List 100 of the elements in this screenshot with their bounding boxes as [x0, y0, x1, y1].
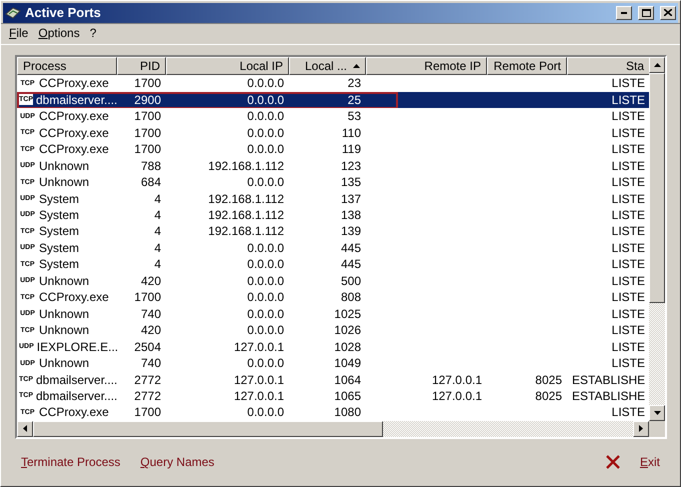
table-cell: Unknown	[39, 274, 90, 288]
column-header[interactable]: Remote IP	[366, 56, 487, 76]
table-cell-text: 1028	[333, 340, 362, 354]
scroll-up-button[interactable]	[649, 56, 665, 73]
table-cell-text: 1080	[333, 405, 362, 420]
maximize-icon	[642, 8, 650, 17]
table-cell-text: LISTE	[610, 76, 646, 90]
table-cell: dbmailserver....	[36, 372, 118, 386]
table-cell-text: 2900	[133, 92, 162, 107]
table-cell-text: LISTE	[610, 290, 646, 304]
table-cell: Unknown	[39, 175, 90, 190]
menu-item[interactable]: Options	[34, 26, 84, 40]
table-cell-text: 740	[140, 306, 162, 321]
column-header[interactable]: Sta	[567, 56, 649, 76]
table-cell: CCProxy.exe	[39, 109, 109, 124]
column-header[interactable]: Process	[17, 56, 117, 76]
column-header[interactable]: Remote Port	[487, 56, 567, 76]
table-cell: System	[39, 224, 80, 238]
table-cell-text: LISTE	[610, 175, 646, 190]
table-cell-text: 445	[340, 257, 362, 272]
table-cell-text: 110	[340, 126, 362, 140]
column-header[interactable]: Local ...	[289, 56, 366, 76]
vertical-scrollbar[interactable]	[649, 56, 665, 421]
table-cell-text: 1026	[333, 323, 362, 338]
minimize-button[interactable]	[616, 6, 632, 20]
table-cell-text: LISTE	[610, 158, 646, 173]
exit-link[interactable]: Exit	[640, 455, 660, 470]
table-cell-text: 137	[340, 192, 362, 206]
close-button[interactable]	[660, 6, 676, 20]
table-cell-text: 788	[140, 158, 162, 173]
table-cell-text: 1700	[133, 76, 162, 90]
table-cell-text: 2772	[133, 372, 162, 386]
table-cell-text: 1064	[333, 372, 362, 386]
table-cell-text: 0.0.0.0	[246, 92, 285, 107]
close-icon	[664, 9, 672, 16]
table-cell-text: 4	[153, 224, 162, 238]
down-arrow-icon	[654, 410, 660, 415]
scroll-right-button[interactable]	[633, 420, 649, 437]
table-cell: System	[39, 240, 80, 255]
table-cell-text: 127.0.0.1	[430, 372, 483, 386]
table-cell-text: 123	[340, 158, 362, 173]
table-cell-text: 808	[340, 290, 362, 304]
table-cell: dbmailserver....	[36, 92, 118, 107]
table-cell-text: LISTE	[610, 224, 646, 238]
table-cell-text: 127.0.0.1	[232, 388, 285, 403]
scroll-left-button[interactable]	[17, 420, 33, 437]
table-cell-text: 1049	[333, 356, 362, 370]
table-cell: CCProxy.exe	[39, 405, 109, 420]
table-cell-text: LISTE	[610, 126, 646, 140]
table-cell-text: 0.0.0.0	[246, 405, 285, 420]
table-cell: IEXPLORE.E...	[36, 340, 118, 354]
minimize-icon	[621, 12, 627, 14]
table-cell-text: 684	[140, 175, 162, 190]
table-cell-text: 4	[153, 208, 162, 222]
action-link[interactable]: Query Names	[140, 455, 214, 470]
table-cell-text: 135	[340, 175, 362, 190]
table-cell-text: 192.168.1.112	[207, 208, 285, 222]
table-cell-text: 2504	[133, 340, 162, 354]
table-cell-text: LISTE	[610, 274, 646, 288]
table-cell-text: 500	[340, 274, 362, 288]
scroll-down-button[interactable]	[649, 404, 665, 421]
table-cell: CCProxy.exe	[39, 290, 109, 304]
table-cell-text: 139	[340, 224, 362, 238]
menu-item[interactable]: File	[5, 26, 32, 40]
table-cell-text: LISTE	[610, 340, 646, 354]
table-cell-text: LISTE	[610, 257, 646, 272]
table-cell-text: 2772	[133, 388, 162, 403]
table-cell-text: ESTABLISHE	[571, 372, 646, 386]
table-cell-text: 4	[153, 257, 162, 272]
table-cell-text: 1700	[133, 405, 162, 420]
menu-item[interactable]: ?	[86, 26, 100, 40]
table-cell-text: 192.168.1.112	[207, 224, 285, 238]
column-header[interactable]: Local IP	[166, 56, 289, 76]
table-cell-text: LISTE	[610, 109, 646, 124]
table-cell-text: 192.168.1.112	[207, 158, 285, 173]
window-title: Active Ports	[25, 5, 102, 20]
table-cell-text: 420	[140, 323, 162, 338]
close-icon	[606, 455, 620, 470]
table-cell-text: 1700	[133, 109, 162, 124]
table-cell-text: 53	[346, 109, 362, 124]
table-cell: dbmailserver....	[36, 388, 118, 403]
table-cell-text: 0.0.0.0	[246, 109, 285, 124]
scrollbar-corner	[649, 420, 665, 437]
action-link[interactable]: Terminate Process	[21, 455, 120, 470]
table-cell-text: 127.0.0.1	[232, 340, 285, 354]
column-header[interactable]: PID	[117, 56, 166, 76]
horizontal-scrollbar[interactable]	[17, 420, 649, 437]
table-cell-text: 1700	[133, 290, 162, 304]
table-cell: System	[39, 208, 80, 222]
table-cell-text: LISTE	[610, 92, 646, 107]
table-cell: System	[39, 257, 80, 272]
table-cell-text: 4	[153, 240, 162, 255]
table-cell-text: 0.0.0.0	[246, 142, 285, 156]
table-cell: Unknown	[39, 306, 90, 321]
sort-arrow-icon	[353, 64, 360, 68]
maximize-button[interactable]	[638, 6, 654, 20]
table-cell: System	[39, 192, 80, 206]
up-arrow-icon	[654, 62, 660, 67]
table-cell-text: LISTE	[610, 208, 646, 222]
table-cell-text: 25	[346, 92, 362, 107]
